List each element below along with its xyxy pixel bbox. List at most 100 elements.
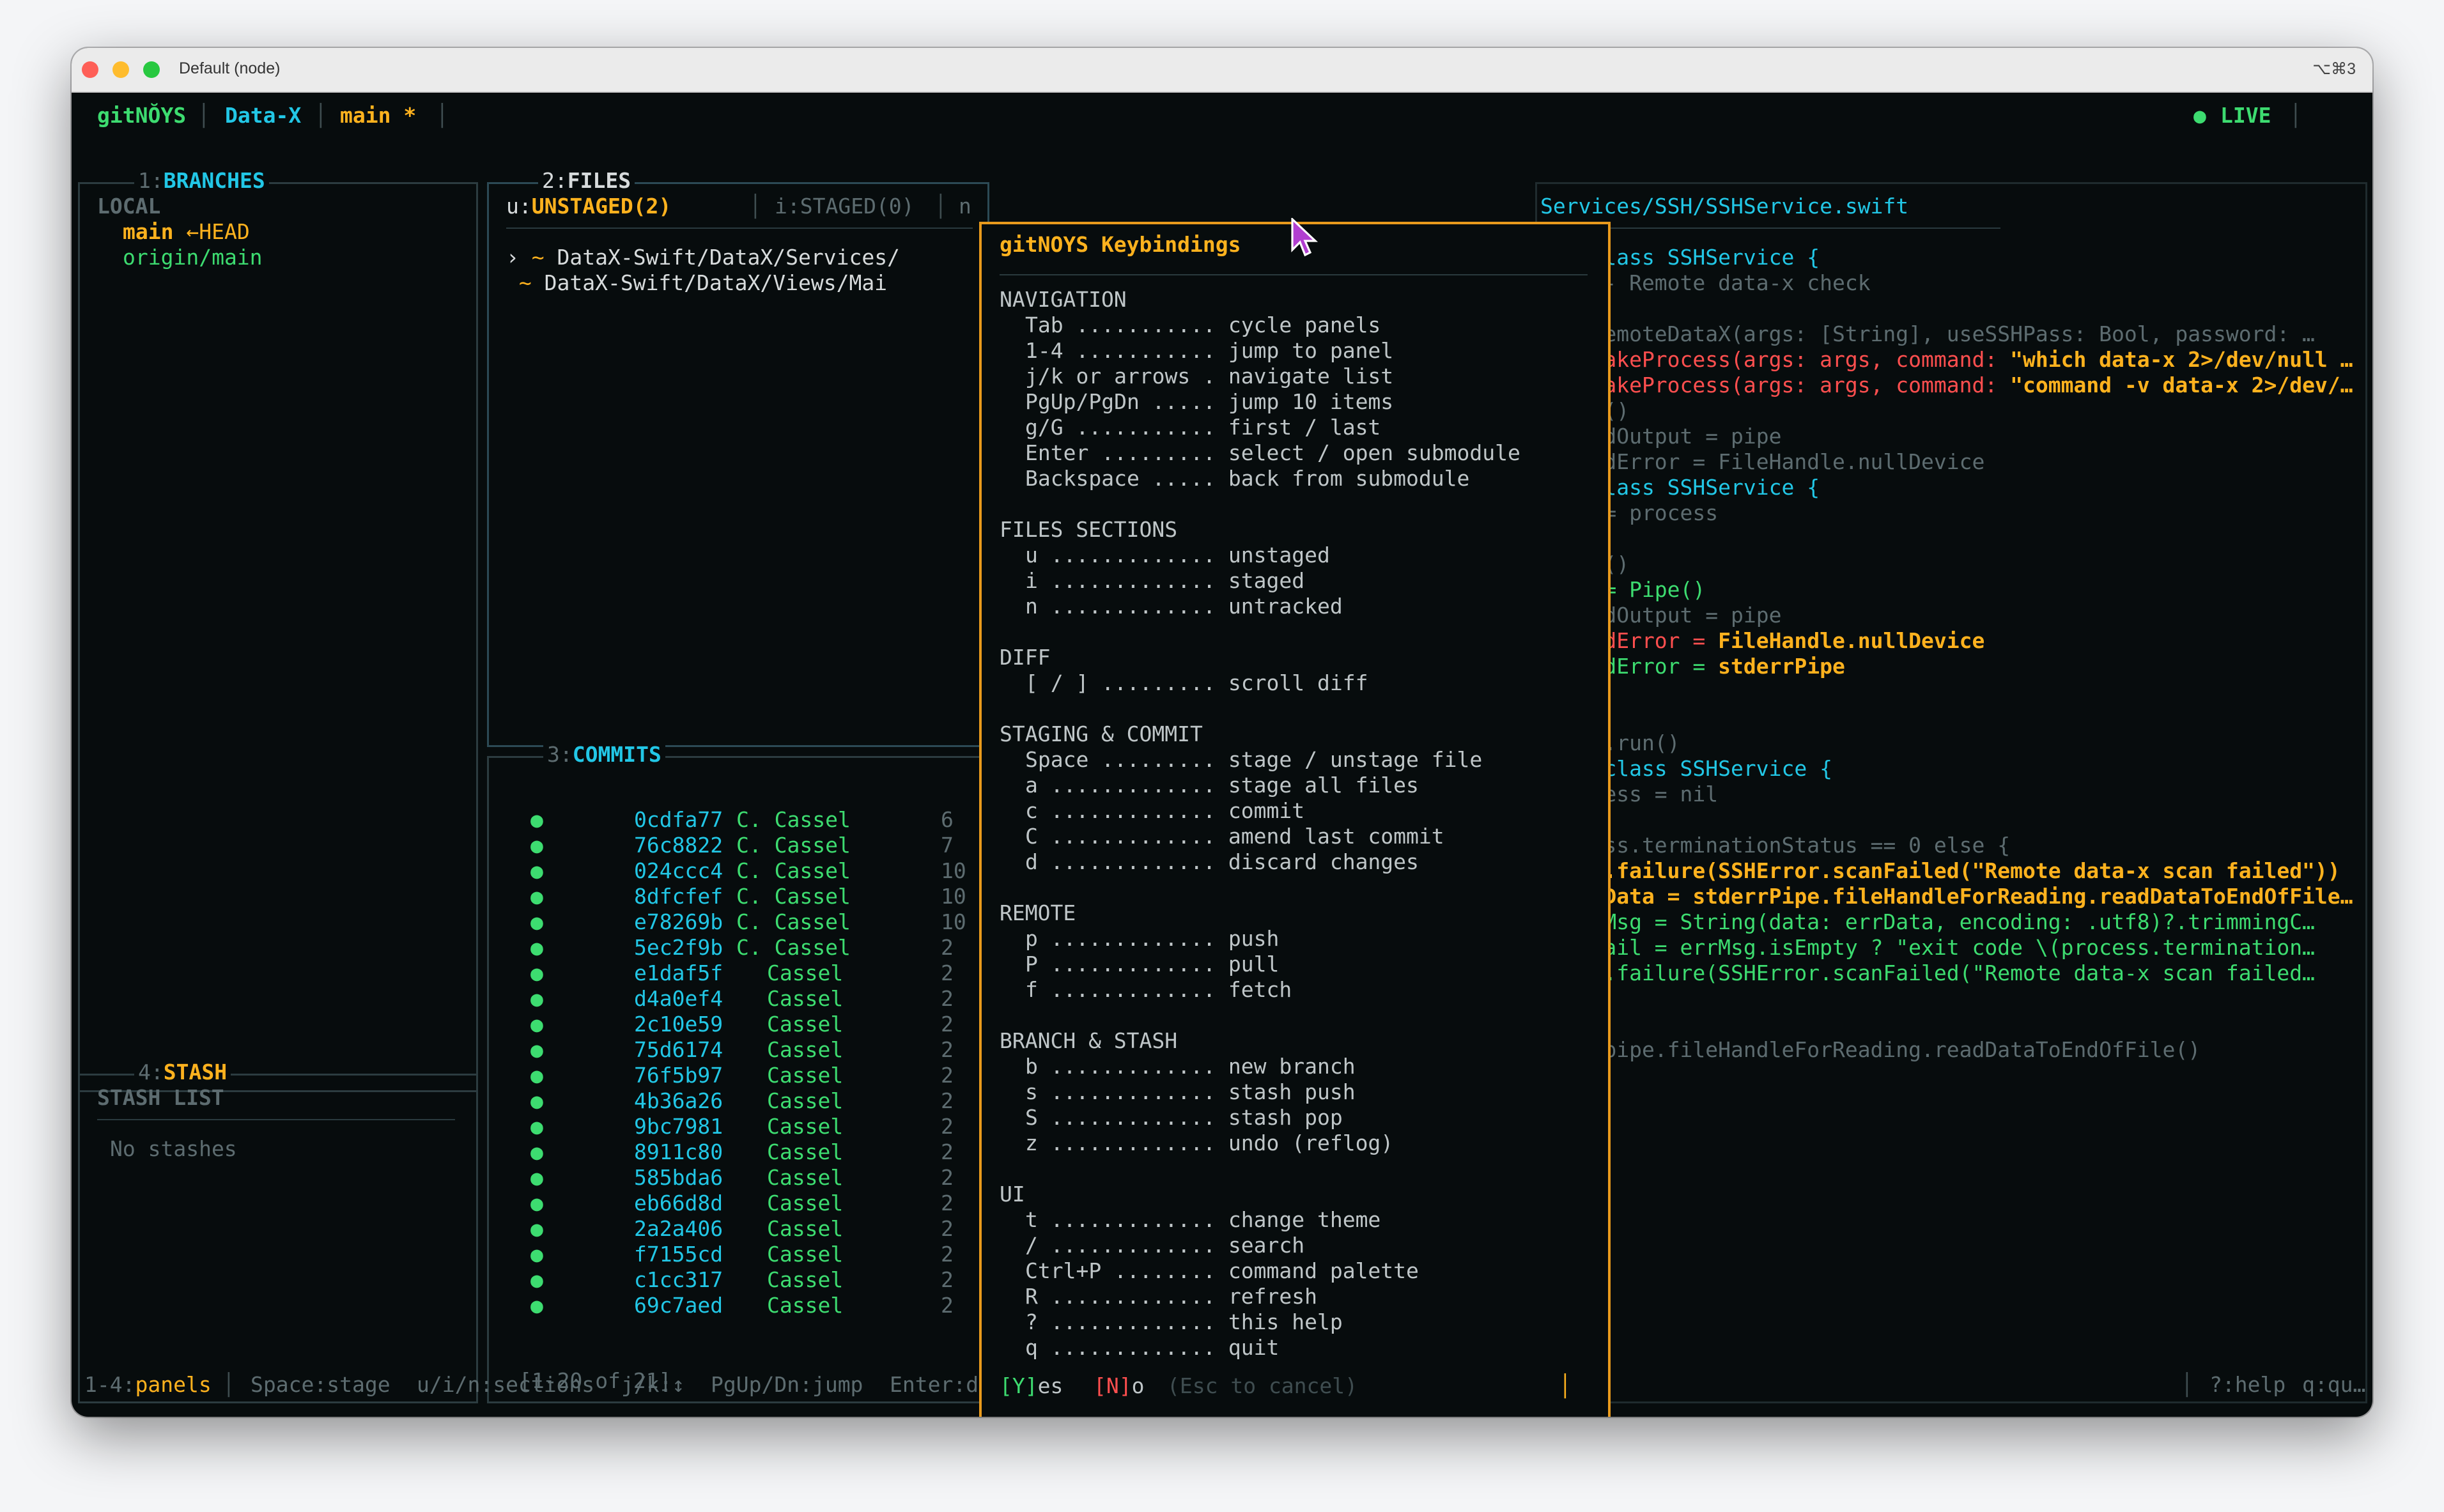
branches-panel-title: 1:BRANCHES — [134, 168, 269, 194]
keybinding-row: Tab ........... cycle panels — [1025, 312, 1381, 337]
commit-graph-dot-icon: ● — [530, 1191, 543, 1215]
commit-age: 2 — [941, 986, 954, 1011]
diff-line: s = makeProcess(args: args, command: "wh… — [1540, 347, 2353, 372]
help-hint[interactable]: ?:help — [2209, 1372, 2285, 1398]
keybinding-row: [ / ] ......... scroll diff — [1025, 670, 1368, 695]
keybinding-row: p ............. push — [1025, 926, 1280, 951]
keybindings-dialog[interactable]: gitNOYS Keybindings NAVIGATION Tab ......… — [979, 222, 1611, 1417]
keybinding-row: q ............. quit — [1025, 1335, 1280, 1360]
keybinding-row: b ............. new branch — [1025, 1054, 1356, 1079]
stash-panel[interactable] — [78, 1074, 478, 1403]
commit-hash: 76c8822 — [634, 833, 723, 858]
commit-author: Cassel — [767, 1216, 844, 1241]
commit-graph-dot-icon: ● — [530, 1063, 543, 1088]
zoom-window-button[interactable] — [143, 61, 160, 78]
commit-author: C. Cassel — [736, 807, 851, 832]
close-window-button[interactable] — [82, 61, 98, 78]
keybinding-row: g/G ........... first / last — [1025, 415, 1381, 440]
live-indicator-icon: ● — [2193, 103, 2206, 128]
commit-graph-dot-icon: ● — [530, 807, 543, 832]
tab-staged[interactable]: i:STAGED(0) — [775, 194, 915, 219]
tab-unstaged[interactable]: u:UNSTAGED(2) — [506, 194, 671, 219]
commit-graph-dot-icon: ● — [530, 1216, 543, 1241]
keybinding-section-heading: NAVIGATION — [1000, 287, 1127, 312]
cancel-hint: (Esc to cancel) — [1167, 1373, 1358, 1398]
commit-author: Cassel — [767, 1267, 844, 1292]
keybinding-section-heading: BRANCH & STASH — [1000, 1028, 1178, 1053]
commit-hash: 75d6174 — [634, 1037, 723, 1062]
commit-age: 2 — [941, 1293, 954, 1318]
quit-hint[interactable]: q:qu… — [2302, 1372, 2365, 1398]
keybinding-row: c ............. commit — [1025, 798, 1305, 823]
commit-author: Cassel — [767, 1191, 844, 1215]
commit-hash: 2c10e59 — [634, 1012, 723, 1037]
commit-hash: d4a0ef4 — [634, 986, 723, 1011]
commit-age: 2 — [941, 935, 954, 960]
diff-line: t errMsg = String(data: errData, encodin… — [1540, 909, 2315, 934]
diff-line: turn .failure(SSHError.scanFailed("Remot… — [1540, 858, 2340, 883]
commit-age: 2 — [941, 1139, 954, 1164]
tab-untracked[interactable]: n — [959, 194, 971, 219]
commit-author: Cassel — [767, 1165, 844, 1190]
keybinding-row: f ............. fetch — [1025, 977, 1292, 1002]
branch-item-origin-main[interactable]: origin/main — [123, 245, 263, 270]
commit-author: Cassel — [767, 1037, 844, 1062]
statusbar-hint: Space:stage — [251, 1372, 391, 1397]
file-item[interactable]: › ~ DataX-Swift/DataX/Services/ — [506, 245, 900, 270]
commit-hash: 585bda6 — [634, 1165, 723, 1190]
branch-item-main[interactable]: main ←HEAD — [123, 219, 250, 245]
commit-author: Cassel — [767, 1114, 844, 1139]
keybinding-row: d ............. discard changes — [1025, 849, 1419, 874]
files-panel-title: 2:FILES — [538, 168, 635, 194]
keybinding-section-heading: REMOTE — [1000, 900, 1076, 925]
keybinding-row: Space ......... stage / unstage file — [1025, 747, 1483, 772]
keybinding-row: n ............. untracked — [1025, 594, 1343, 619]
commit-author: C. Cassel — [736, 833, 851, 858]
window-shortcut: ⌥⌘3 — [2312, 60, 2356, 78]
commit-age: 7 — [941, 833, 954, 858]
stash-list-heading: STASH LIST — [97, 1085, 224, 1110]
confirm-yes-option[interactable]: [Y]es — [1000, 1373, 1063, 1399]
commit-author: Cassel — [767, 1293, 844, 1318]
minimize-window-button[interactable] — [112, 61, 129, 78]
terminal-area: gitNŎYS │ Data-X │ main * │ ● LIVE │ 1:B… — [72, 93, 2372, 1417]
current-branch[interactable]: main * — [340, 103, 416, 128]
dialog-title: gitNOYS Keybindings — [1000, 232, 1241, 257]
keybinding-row: ? ............. this help — [1025, 1309, 1343, 1334]
commit-graph-dot-icon: ● — [530, 1139, 543, 1164]
keybinding-row: Ctrl+P ........ command palette — [1025, 1258, 1419, 1283]
commit-graph-dot-icon: ● — [530, 833, 543, 858]
commit-graph-dot-icon: ● — [530, 1242, 543, 1267]
stash-empty-message: No stashes — [110, 1136, 237, 1161]
commit-graph-dot-icon: ● — [530, 1037, 543, 1062]
diff-line: turn .failure(SSHError.scanFailed("Remot… — [1540, 960, 2315, 985]
commit-author: C. Cassel — [736, 909, 851, 934]
file-item[interactable]: ~ DataX-Swift/DataX/Views/Mai — [506, 270, 887, 296]
repo-name[interactable]: Data-X — [225, 103, 301, 128]
commit-age: 6 — [941, 807, 954, 832]
commit-graph-dot-icon: ● — [530, 935, 543, 960]
commit-hash: 2a2a406 — [634, 1216, 723, 1241]
stash-panel-title: 4:STASH — [134, 1060, 231, 1085]
commit-hash: e78269b — [634, 909, 723, 934]
statusbar-hint: j/k:↕ — [621, 1372, 685, 1397]
commit-age: 10 — [941, 858, 966, 883]
mouse-pointer-icon — [1291, 218, 1319, 257]
commit-graph-dot-icon: ● — [530, 986, 543, 1011]
confirm-no-option[interactable]: [N]o — [1094, 1373, 1144, 1399]
commit-hash: e1daf5f — [634, 960, 723, 985]
commit-age: 2 — [941, 1114, 954, 1139]
commit-author: Cassel — [767, 1012, 844, 1037]
statusbar-hint: u/i/n:sections — [417, 1372, 595, 1397]
commit-graph-dot-icon: ● — [530, 960, 543, 985]
commit-age: 2 — [941, 1165, 954, 1190]
branches-panel[interactable] — [78, 182, 478, 1092]
keybinding-row: j/k or arrows . navigate list — [1025, 364, 1394, 389]
keybinding-section-heading: DIFF — [1000, 645, 1051, 670]
commit-author: Cassel — [767, 1063, 844, 1088]
commit-age: 2 — [941, 1242, 954, 1267]
keybinding-row: R ............. refresh — [1025, 1284, 1317, 1309]
commit-age: 2 — [941, 1088, 954, 1113]
keybinding-section-heading: UI — [1000, 1182, 1025, 1207]
keybinding-row: s ............. stash push — [1025, 1079, 1356, 1104]
